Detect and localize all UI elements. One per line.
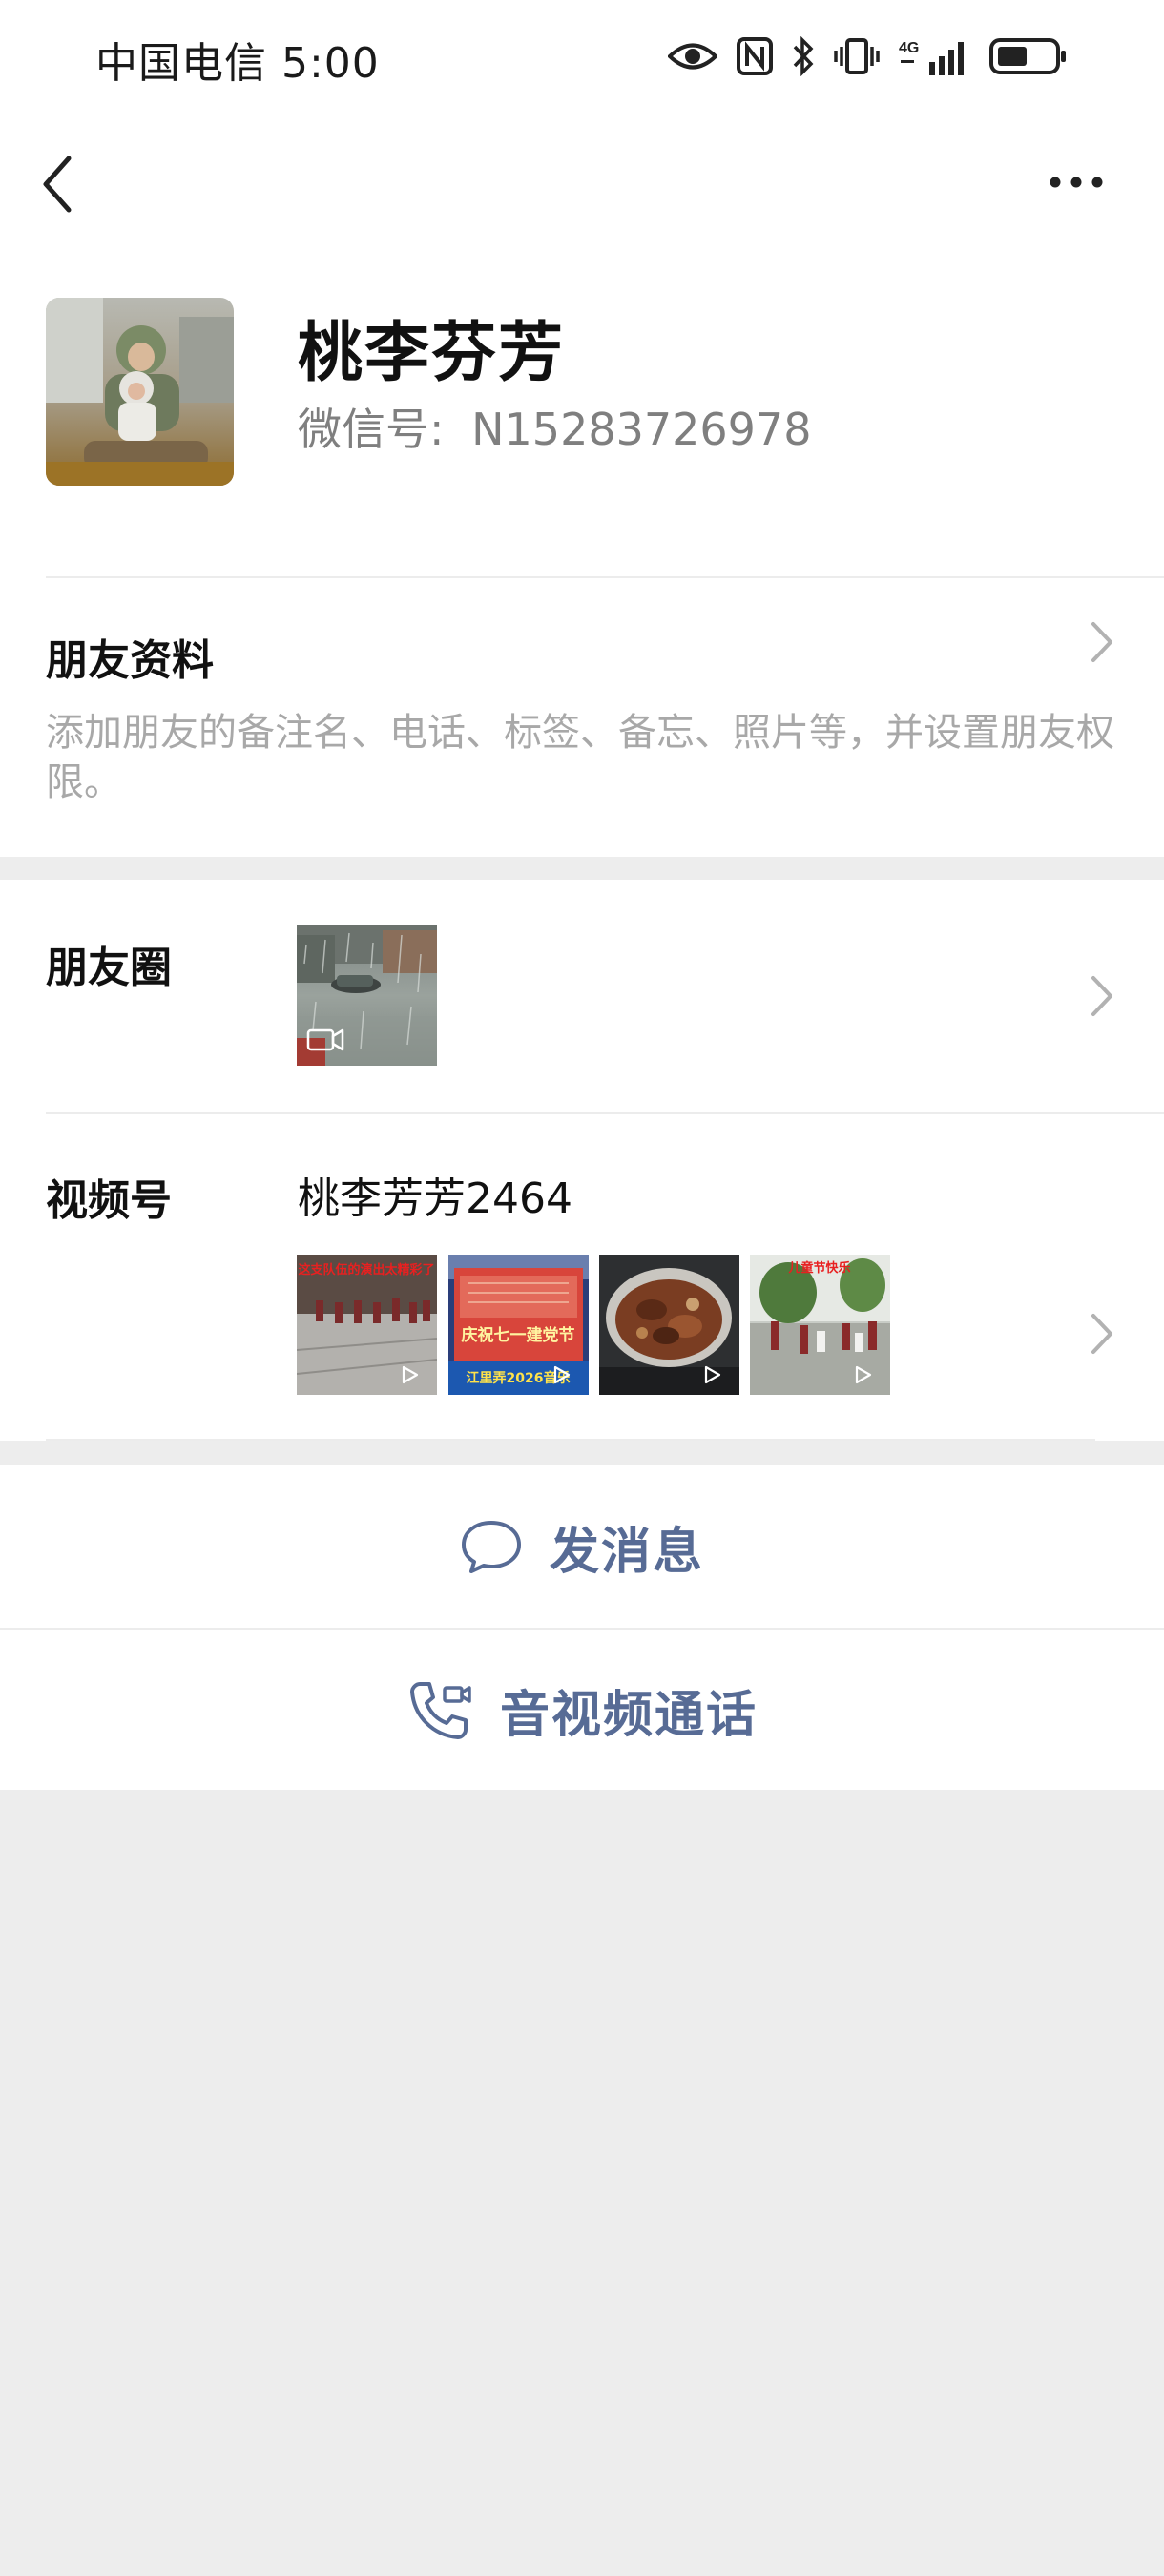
channel-video-thumbnail[interactable]: 儿童节快乐 bbox=[750, 1255, 890, 1395]
contact-profile-screen: 中国电信 5:00 4G 桃李芬芳 微信号: N15283726978 朋友资料… bbox=[0, 0, 1164, 2576]
channel-video-thumbnail[interactable] bbox=[599, 1255, 739, 1395]
channels-label: 视频号 bbox=[46, 1176, 172, 1225]
status-icons: 4G bbox=[668, 34, 1069, 78]
thumbnail-caption: 庆祝七一建党节 bbox=[462, 1325, 575, 1345]
chevron-right-icon bbox=[1091, 1314, 1112, 1354]
friend-info-description: 添加朋友的备注名、电话、标签、备忘、照片等，并设置朋友权限。 bbox=[46, 711, 1114, 804]
phone-video-icon bbox=[409, 1682, 471, 1739]
moments-label: 朋友圈 bbox=[46, 944, 172, 992]
moments-row[interactable] bbox=[0, 880, 1164, 1112]
bluetooth-icon bbox=[793, 36, 814, 76]
contact-nickname: 桃李芬芳 bbox=[298, 316, 566, 391]
nfc-icon bbox=[737, 37, 773, 75]
channel-video-thumbnail[interactable]: 这支队伍的演出太精彩了 bbox=[297, 1255, 437, 1395]
voice-video-call-button[interactable]: 音视频通话 bbox=[0, 1630, 1164, 1790]
network-type: 4G bbox=[899, 40, 919, 56]
more-dots-icon[interactable] bbox=[1048, 168, 1105, 197]
battery-icon bbox=[989, 38, 1066, 74]
chat-bubble-icon bbox=[461, 1521, 521, 1573]
back-arrow-icon[interactable] bbox=[36, 153, 84, 216]
wechat-id-row: 微信号: N15283726978 bbox=[298, 395, 811, 458]
channel-video-thumbnail[interactable]: 庆祝七一建党节 江里弄2026音乐 bbox=[448, 1255, 589, 1395]
divider bbox=[46, 1439, 1095, 1441]
chevron-right-icon bbox=[1091, 622, 1112, 662]
wechat-id-value: N15283726978 bbox=[471, 404, 812, 455]
thumbnail-caption: 儿童节快乐 bbox=[787, 1260, 850, 1276]
eye-icon bbox=[668, 43, 717, 70]
voice-video-call-label: 音视频通话 bbox=[499, 1686, 758, 1744]
vibrate-icon bbox=[834, 38, 880, 74]
wechat-id-label: 微信号: bbox=[298, 404, 445, 455]
avatar[interactable] bbox=[46, 298, 234, 486]
status-bar: 中国电信 5:00 4G bbox=[0, 0, 1164, 113]
carrier-time: 中国电信 5:00 bbox=[95, 39, 380, 88]
channel-name: 桃李芳芳2464 bbox=[298, 1174, 572, 1223]
friend-info-title: 朋友资料 bbox=[46, 636, 214, 685]
chevron-right-icon bbox=[1091, 976, 1112, 1016]
send-message-label: 发消息 bbox=[549, 1523, 704, 1581]
signal-icon: 4G bbox=[899, 40, 964, 75]
thumbnail-caption: 这支队伍的演出太精彩了 bbox=[298, 1262, 434, 1278]
moments-thumbnail[interactable] bbox=[297, 925, 437, 1066]
send-message-button[interactable]: 发消息 bbox=[0, 1465, 1164, 1628]
